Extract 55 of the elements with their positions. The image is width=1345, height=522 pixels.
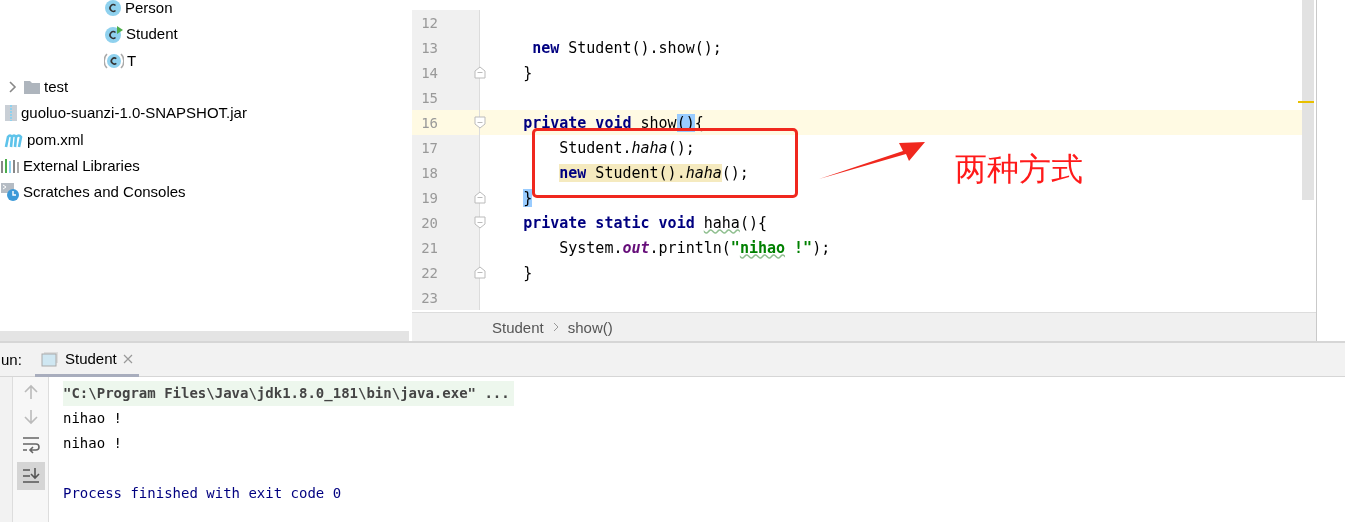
fold-marker-icon[interactable] bbox=[474, 116, 486, 129]
line-number: 19 bbox=[420, 189, 438, 206]
line-number: 16 bbox=[420, 114, 438, 131]
console-icon bbox=[41, 350, 59, 367]
tree-item-label: pom.xml bbox=[27, 130, 84, 149]
maven-icon bbox=[4, 131, 24, 148]
folder-icon bbox=[23, 79, 41, 96]
fold-marker-icon[interactable] bbox=[474, 66, 486, 79]
line-number: 12 bbox=[420, 14, 438, 31]
code-line: } bbox=[522, 63, 533, 82]
fold-marker-icon[interactable] bbox=[474, 266, 486, 279]
console-line: nihao ! bbox=[63, 434, 122, 453]
tree-item-label: External Libraries bbox=[23, 156, 140, 175]
tab[interactable]: Student bbox=[35, 343, 139, 377]
code-line: new Student().haha(); bbox=[558, 163, 749, 182]
arrow-down-icon[interactable] bbox=[21, 408, 40, 426]
libraries-icon bbox=[0, 157, 20, 174]
code-line: new Student().show(); bbox=[531, 38, 722, 57]
tree-item-label: Person bbox=[125, 0, 173, 18]
close-icon[interactable] bbox=[122, 353, 133, 364]
scrollbar[interactable] bbox=[1302, 0, 1314, 200]
fold-marker-icon[interactable] bbox=[474, 216, 486, 229]
line-number: 22 bbox=[420, 264, 438, 281]
code-line: Student.haha(); bbox=[558, 138, 695, 157]
tree-item-label: Student bbox=[126, 25, 178, 44]
fold-marker-icon[interactable] bbox=[474, 191, 486, 204]
line-number: 18 bbox=[420, 164, 438, 181]
chevron-right-icon bbox=[551, 321, 560, 333]
code-line: System.out.println("nihao !"); bbox=[558, 238, 831, 257]
scrollbar[interactable] bbox=[0, 331, 409, 341]
tree-item-label: guoluo-suanzi-1.0-SNAPSHOT.jar bbox=[21, 104, 247, 123]
warning-marker[interactable] bbox=[1298, 101, 1314, 103]
line-number: 13 bbox=[420, 39, 438, 56]
line-number: 14 bbox=[420, 64, 438, 81]
class-icon bbox=[104, 25, 123, 44]
breadcrumb[interactable]: Student bbox=[492, 318, 544, 336]
scroll-to-end-icon[interactable] bbox=[16, 462, 45, 490]
line-number: 20 bbox=[420, 214, 438, 231]
code-line: } bbox=[522, 263, 533, 282]
tree-item-label: test bbox=[44, 78, 69, 97]
class-icon bbox=[104, 51, 124, 70]
annotation-label: 两种方式 bbox=[955, 149, 1083, 190]
code-line: private static void haha(){ bbox=[522, 213, 767, 232]
tree-item-label: T bbox=[127, 51, 137, 70]
line-number: 21 bbox=[420, 239, 438, 256]
tree-item-label: Scratches and Consoles bbox=[23, 183, 186, 202]
console-line: Process finished with exit code 0 bbox=[63, 484, 342, 503]
class-icon bbox=[104, 0, 122, 18]
breadcrumb[interactable]: show() bbox=[567, 318, 613, 336]
line-number: 15 bbox=[420, 89, 438, 106]
panel-label: un: bbox=[1, 351, 23, 368]
console-line: nihao ! bbox=[63, 409, 122, 428]
line-number: 17 bbox=[420, 139, 438, 156]
archive-icon bbox=[4, 104, 18, 123]
line-number: 23 bbox=[420, 289, 438, 306]
